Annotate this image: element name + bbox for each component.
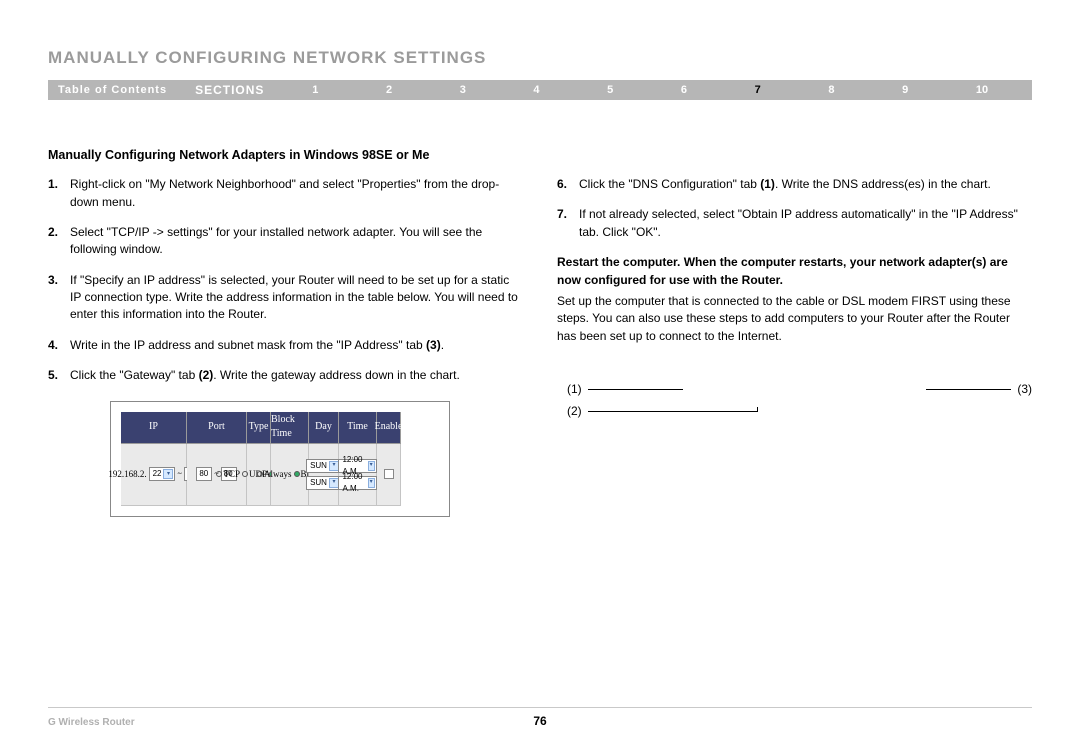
- step-2: 2.Select "TCP/IP -> settings" for your i…: [48, 224, 523, 259]
- step-6: 6.Click the "DNS Configuration" tab (1).…: [557, 176, 1032, 193]
- day-select-2[interactable]: SUN▾: [306, 476, 341, 490]
- step-5: 5.Click the "Gateway" tab (2). Write the…: [48, 367, 523, 384]
- chevron-down-icon: ▾: [329, 478, 339, 488]
- cell-enable: [377, 444, 401, 506]
- footer-divider: [48, 707, 1032, 708]
- step-7: 7.If not already selected, select "Obtai…: [557, 206, 1032, 241]
- ip-select[interactable]: 22▾: [149, 467, 176, 481]
- section-link-10[interactable]: 10: [976, 84, 988, 96]
- section-link-1[interactable]: 1: [312, 84, 318, 96]
- th-enable: Enable: [377, 412, 401, 444]
- radio-always[interactable]: Always: [257, 468, 292, 481]
- left-column: Manually Configuring Network Adapters in…: [48, 146, 523, 517]
- callout-2: (2): [567, 403, 1032, 420]
- step-3: 3.If "Specify an IP address" is selected…: [48, 272, 523, 324]
- callout-diagram: (1) (2) (3): [567, 381, 1032, 431]
- table-row: 192.168.2. 22▾ ~ 22 80 ~ 80 TCP UDP BOTH: [121, 444, 439, 506]
- chevron-down-icon: ▾: [163, 469, 173, 479]
- page-title: MANUALLY CONFIGURING NETWORK SETTINGS: [48, 48, 1032, 68]
- cell-ip: 192.168.2. 22▾ ~ 22: [121, 444, 187, 506]
- table-header-row: IP Port Type Block Time Day Time Enable: [121, 412, 439, 444]
- cell-time: 12:00 A.M.▾ 12:00 A.M.▾: [339, 444, 377, 506]
- th-blocktime: Block Time: [271, 412, 309, 444]
- th-port: Port: [187, 412, 247, 444]
- enable-checkbox[interactable]: [384, 469, 394, 479]
- toc-link[interactable]: Table of Contents: [58, 84, 167, 96]
- page-number: 76: [533, 714, 546, 728]
- cell-blocktime: Always Block: [271, 444, 309, 506]
- section-navbar: Table of Contents SECTIONS 1 2 3 4 5 6 7…: [48, 80, 1032, 100]
- section-link-3[interactable]: 3: [460, 84, 466, 96]
- section-numbers: 1 2 3 4 5 6 7 8 9 10: [278, 84, 1022, 96]
- sections-label: SECTIONS: [195, 83, 264, 97]
- step-1: 1.Right-click on "My Network Neighborhoo…: [48, 176, 523, 211]
- section-link-4[interactable]: 4: [533, 84, 539, 96]
- footer-product: G Wireless Router: [48, 717, 135, 728]
- callout-3: (3): [926, 381, 1032, 398]
- section-subheading: Manually Configuring Network Adapters in…: [48, 146, 523, 164]
- radio-tcp[interactable]: TCP: [216, 468, 240, 481]
- section-link-2[interactable]: 2: [386, 84, 392, 96]
- port-from-input[interactable]: 80: [196, 467, 212, 481]
- section-link-5[interactable]: 5: [607, 84, 613, 96]
- section-link-8[interactable]: 8: [828, 84, 834, 96]
- right-column: 6.Click the "DNS Configuration" tab (1).…: [557, 146, 1032, 517]
- step-4: 4.Write in the IP address and subnet mas…: [48, 337, 523, 354]
- th-day: Day: [309, 412, 339, 444]
- section-link-6[interactable]: 6: [681, 84, 687, 96]
- chevron-down-icon: ▾: [329, 461, 339, 471]
- day-select-1[interactable]: SUN▾: [306, 459, 341, 473]
- chevron-down-icon: ▾: [368, 461, 375, 471]
- ip-prefix: 192.168.2.: [108, 468, 146, 481]
- chevron-down-icon: ▾: [368, 478, 375, 488]
- settings-table-figure: IP Port Type Block Time Day Time Enable …: [110, 401, 450, 517]
- restart-bold: Restart the computer. When the computer …: [557, 254, 1032, 289]
- restart-paragraph: Set up the computer that is connected to…: [557, 293, 1032, 345]
- time-select-2[interactable]: 12:00 A.M.▾: [338, 476, 376, 490]
- section-link-9[interactable]: 9: [902, 84, 908, 96]
- th-ip: IP: [121, 412, 187, 444]
- th-type: Type: [247, 412, 271, 444]
- th-time: Time: [339, 412, 377, 444]
- section-link-7[interactable]: 7: [755, 84, 761, 96]
- cell-day: SUN▾ SUN▾: [309, 444, 339, 506]
